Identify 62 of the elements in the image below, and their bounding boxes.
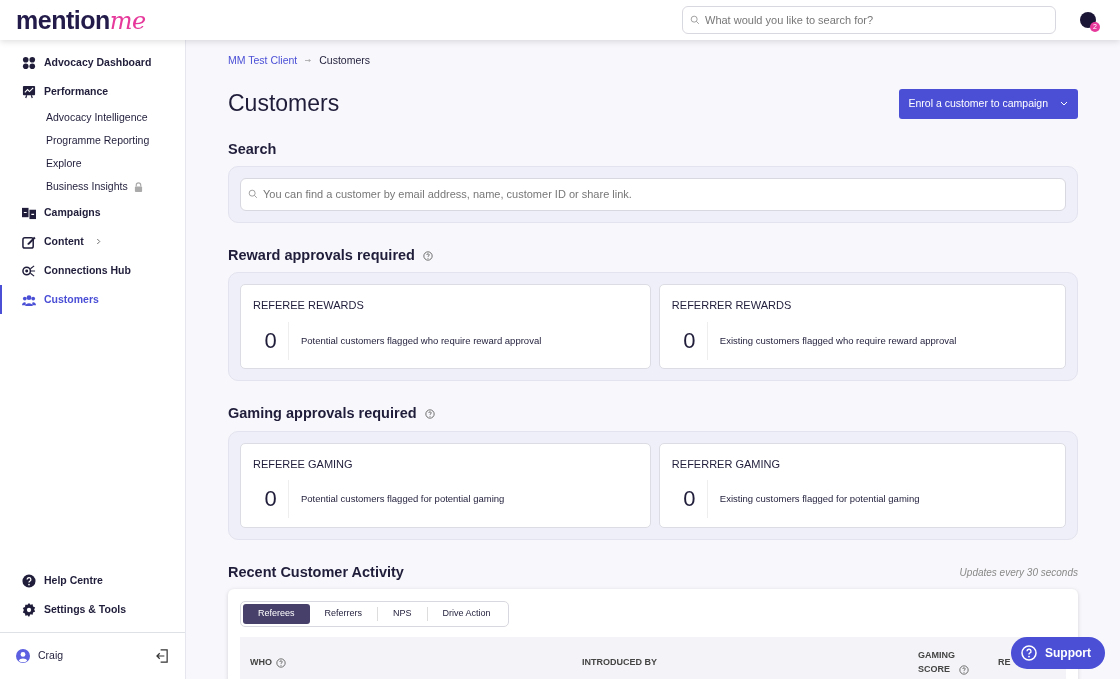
grid-icon <box>22 55 36 70</box>
sidebar-item[interactable]: Advocacy Dashboard <box>0 48 185 77</box>
sidebar-subitem[interactable]: Programme Reporting <box>0 129 185 152</box>
card-description: Potential customers flagged for potential gaming <box>301 492 505 507</box>
tab[interactable]: Referees <box>243 604 310 624</box>
arrow-right-icon <box>305 58 312 64</box>
sidebar-item[interactable]: Performance <box>0 77 185 106</box>
sidebar-subitem[interactable]: Advocacy Intelligence <box>0 106 185 129</box>
section-title: Reward approvals required <box>228 246 415 265</box>
sidebar-item[interactable]: Content <box>0 227 185 256</box>
edit-icon <box>22 234 36 249</box>
tab[interactable]: Drive Action <box>427 604 506 624</box>
section-title: Gaming approvals required <box>228 405 417 423</box>
section-title: Search <box>228 140 278 158</box>
sidebar-item[interactable]: Connections Hub <box>0 256 185 285</box>
section-title: Recent Customer Activity <box>228 563 404 582</box>
people-icon <box>22 292 36 307</box>
hub-icon <box>22 263 36 278</box>
card-title: REFERRER GAMING <box>671 456 782 472</box>
search-field[interactable]: You can find a customer by email address, name, customer ID or share link. <box>240 177 1066 211</box>
sidebar-item[interactable]: Campaigns <box>0 198 185 227</box>
help-icon <box>1021 645 1037 661</box>
tab[interactable]: Referrers <box>309 604 378 624</box>
column-header: INTRODUCED BY <box>582 655 657 669</box>
card-description: Potential customers flagged who require reward approval <box>301 333 542 348</box>
settings-icon <box>22 602 36 617</box>
support-button[interactable]: Support <box>1011 637 1105 669</box>
count: 0 <box>671 480 708 519</box>
column-header: GAMING SCORE <box>918 649 956 676</box>
help-icon <box>422 250 433 261</box>
card-description: Existing customers flagged who require reward approval <box>719 333 957 348</box>
sidebar-item[interactable]: Customers <box>0 285 185 314</box>
sidebar-subitem[interactable]: Explore <box>0 152 185 175</box>
enrol-button[interactable]: Enrol a customer to campaign <box>898 88 1078 119</box>
card-title: REFEREE REWARDS <box>253 298 365 314</box>
campaigns-icon <box>22 205 36 220</box>
card-title: REFERRER REWARDS <box>671 298 793 314</box>
user-avatar-icon <box>16 649 30 663</box>
help-icon <box>424 408 435 419</box>
breadcrumb-item: Customers <box>319 53 370 68</box>
sidebar-item[interactable]: Settings & Tools <box>0 595 185 624</box>
help-icon <box>22 573 36 588</box>
column-header: RE <box>998 655 1011 669</box>
sidebar-item[interactable]: Help Centre <box>0 566 185 595</box>
tab[interactable]: NPS <box>378 604 427 624</box>
card-description: Existing customers flagged for potential gaming <box>719 492 920 507</box>
count: 0 <box>253 480 289 519</box>
column-header: WHO <box>250 655 272 669</box>
count: 0 <box>671 321 708 360</box>
page-title: Customers <box>228 89 340 118</box>
count: 0 <box>253 321 289 360</box>
presentation-chart-icon <box>22 84 36 99</box>
sidebar-subitem[interactable]: Business Insights <box>0 175 185 198</box>
breadcrumb-item[interactable]: MM Test Client <box>228 53 298 69</box>
chevron-down-icon <box>1060 101 1068 107</box>
card-title: REFEREE GAMING <box>253 456 354 472</box>
user-name: Craig <box>38 648 64 664</box>
logout-icon[interactable] <box>156 649 169 663</box>
search-field[interactable]: What would you like to search for? <box>682 6 1056 34</box>
search-icon <box>248 189 258 200</box>
logo: mentionme <box>16 7 146 33</box>
update-note: Updates every 30 seconds <box>959 565 1078 580</box>
